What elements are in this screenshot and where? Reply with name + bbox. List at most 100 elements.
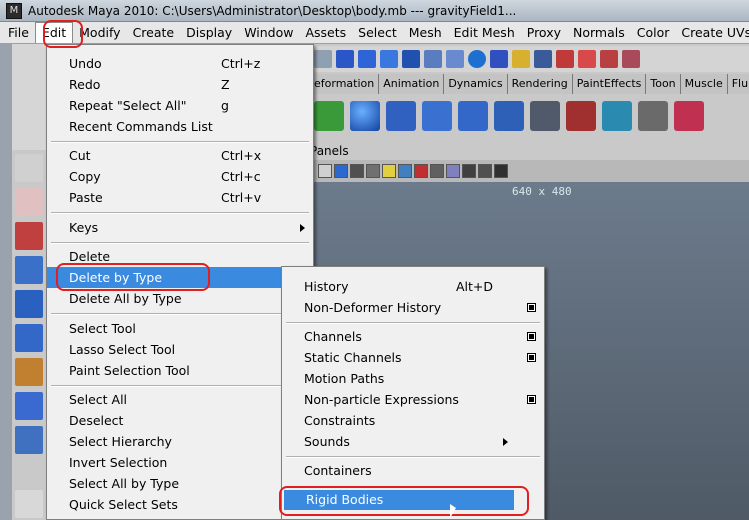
grid-icon[interactable]	[478, 164, 492, 178]
lasso-select-icon[interactable]	[15, 188, 43, 216]
render-settings-icon[interactable]	[600, 50, 618, 68]
menu-item-copy[interactable]: Copy Ctrl+c	[47, 166, 313, 187]
submenu-item-motion-paths[interactable]: Motion Paths	[282, 368, 544, 389]
snap-grid-icon[interactable]	[402, 50, 420, 68]
option-box-icon[interactable]	[527, 332, 536, 341]
menu-item-keys[interactable]: Keys	[47, 217, 313, 238]
shelf-tab-animation[interactable]: Animation	[379, 74, 445, 94]
history-icon[interactable]	[534, 50, 552, 68]
option-box-icon[interactable]	[527, 395, 536, 404]
submenu-item-constraints[interactable]: Constraints	[282, 410, 544, 431]
menu-mesh[interactable]: Mesh	[403, 23, 448, 43]
wireframe-icon[interactable]	[318, 164, 332, 178]
shelf-tab-dynamics[interactable]: Dynamics	[444, 74, 508, 94]
curve-icon[interactable]	[358, 50, 376, 68]
submenu-item-non-particle-expressions[interactable]: Non-particle Expressions	[282, 389, 544, 410]
shelf-tab-deformation[interactable]: eformation	[310, 74, 380, 94]
maya-app-icon[interactable]: M	[6, 3, 22, 19]
shelf-tab-toon[interactable]: Toon	[646, 74, 681, 94]
sphere-icon[interactable]	[468, 50, 486, 68]
menu-item-select-hierarchy[interactable]: Select Hierarchy	[47, 431, 313, 452]
emitter-icon[interactable]	[602, 101, 632, 131]
menu-modify[interactable]: Modify	[73, 23, 126, 43]
menu-create[interactable]: Create	[127, 23, 181, 43]
submenu-item-non-deformer-history[interactable]: Non-Deformer History	[282, 297, 544, 318]
last-tool-icon[interactable]	[15, 426, 43, 454]
particle-icon[interactable]	[386, 101, 416, 131]
menu-item-delete-all-by-type[interactable]: Delete All by Type	[47, 288, 313, 309]
menu-select[interactable]: Select	[352, 23, 403, 43]
menu-item-delete[interactable]: Delete	[47, 246, 313, 267]
menu-proxy[interactable]: Proxy	[521, 23, 567, 43]
menu-item-invert-selection[interactable]: Invert Selection	[47, 452, 313, 473]
shelf-tab-muscle[interactable]: Muscle	[681, 74, 728, 94]
menu-normals[interactable]: Normals	[567, 23, 631, 43]
menu-edit-mesh[interactable]: Edit Mesh	[448, 23, 521, 43]
menu-item-undo[interactable]: Undo Ctrl+z	[47, 53, 313, 74]
menu-item-redo[interactable]: Redo Z	[47, 74, 313, 95]
rigid-body-icon[interactable]	[458, 101, 488, 131]
menu-item-select-all[interactable]: Select All	[47, 389, 313, 410]
paint-select-icon[interactable]	[15, 222, 43, 250]
xray-icon[interactable]	[414, 164, 428, 178]
camera-icon[interactable]	[446, 164, 460, 178]
hypershade-icon[interactable]	[622, 50, 640, 68]
menu-item-deselect[interactable]: Deselect	[47, 410, 313, 431]
menu-window[interactable]: Window	[238, 23, 299, 43]
option-box-icon[interactable]	[527, 353, 536, 362]
add-icon[interactable]	[336, 50, 354, 68]
paint-icon[interactable]	[674, 101, 704, 131]
panels-menu[interactable]: Panels	[310, 142, 749, 160]
shelf-tab-rendering[interactable]: Rendering	[508, 74, 573, 94]
snap-curve-icon[interactable]	[380, 50, 398, 68]
scale-tool-icon[interactable]	[15, 324, 43, 352]
submenu-item-channels[interactable]: Channels	[282, 326, 544, 347]
submenu-item-rigid-bodies[interactable]: Rigid Bodies	[284, 490, 514, 510]
select-arrow-icon[interactable]	[15, 154, 43, 182]
menu-assets[interactable]: Assets	[299, 23, 352, 43]
menu-item-repeat[interactable]: Repeat "Select All" g	[47, 95, 313, 116]
menu-color[interactable]: Color	[631, 23, 676, 43]
help-icon[interactable]	[490, 50, 508, 68]
menu-item-paste[interactable]: Paste Ctrl+v	[47, 187, 313, 208]
ipr-render-icon[interactable]	[578, 50, 596, 68]
isolate-icon[interactable]	[430, 164, 444, 178]
constraint-icon[interactable]	[566, 101, 596, 131]
field-icon[interactable]	[494, 101, 524, 131]
menu-display[interactable]: Display	[180, 23, 238, 43]
move-tool-icon[interactable]	[15, 256, 43, 284]
menu-create-uvs[interactable]: Create UVs	[675, 23, 749, 43]
shelf-tool-icon-1[interactable]	[314, 101, 344, 131]
lights-icon[interactable]	[366, 164, 380, 178]
layout-icon[interactable]	[15, 490, 43, 518]
sphere-shelf-icon[interactable]	[350, 101, 380, 131]
script-editor-icon[interactable]	[530, 101, 560, 131]
lock-icon[interactable]	[512, 50, 530, 68]
submenu-item-containers[interactable]: Containers	[282, 460, 544, 481]
snap-icon[interactable]	[314, 50, 332, 68]
submenu-item-sounds[interactable]: Sounds	[282, 431, 544, 452]
smooth-shade-icon[interactable]	[334, 164, 348, 178]
menu-item-quick-select-sets[interactable]: Quick Select Sets	[47, 494, 313, 515]
menu-edit[interactable]: Edit	[34, 22, 74, 43]
soft-mod-icon[interactable]	[15, 392, 43, 420]
cache-icon[interactable]	[638, 101, 668, 131]
option-box-icon[interactable]	[527, 303, 536, 312]
render-icon[interactable]	[556, 50, 574, 68]
snap-view-icon[interactable]	[424, 50, 442, 68]
resolution-gate-icon[interactable]	[462, 164, 476, 178]
menu-item-select-tool[interactable]: Select Tool	[47, 318, 313, 339]
menu-item-lasso-select-tool[interactable]: Lasso Select Tool	[47, 339, 313, 360]
manipulator-icon[interactable]	[15, 358, 43, 386]
rotate-tool-icon[interactable]	[15, 290, 43, 318]
shelf-tab-painteffects[interactable]: PaintEffects	[573, 74, 647, 94]
menu-item-cut[interactable]: Cut Ctrl+x	[47, 145, 313, 166]
menu-item-recent-commands[interactable]: Recent Commands List	[47, 116, 313, 137]
menu-item-select-all-by-type[interactable]: Select All by Type	[47, 473, 313, 494]
light-bulb-icon[interactable]	[382, 164, 396, 178]
snap-point-icon[interactable]	[446, 50, 464, 68]
submenu-item-history[interactable]: History Alt+D	[282, 276, 544, 297]
textured-icon[interactable]	[350, 164, 364, 178]
menu-item-delete-by-type[interactable]: Delete by Type	[47, 267, 313, 288]
shadows-icon[interactable]	[398, 164, 412, 178]
